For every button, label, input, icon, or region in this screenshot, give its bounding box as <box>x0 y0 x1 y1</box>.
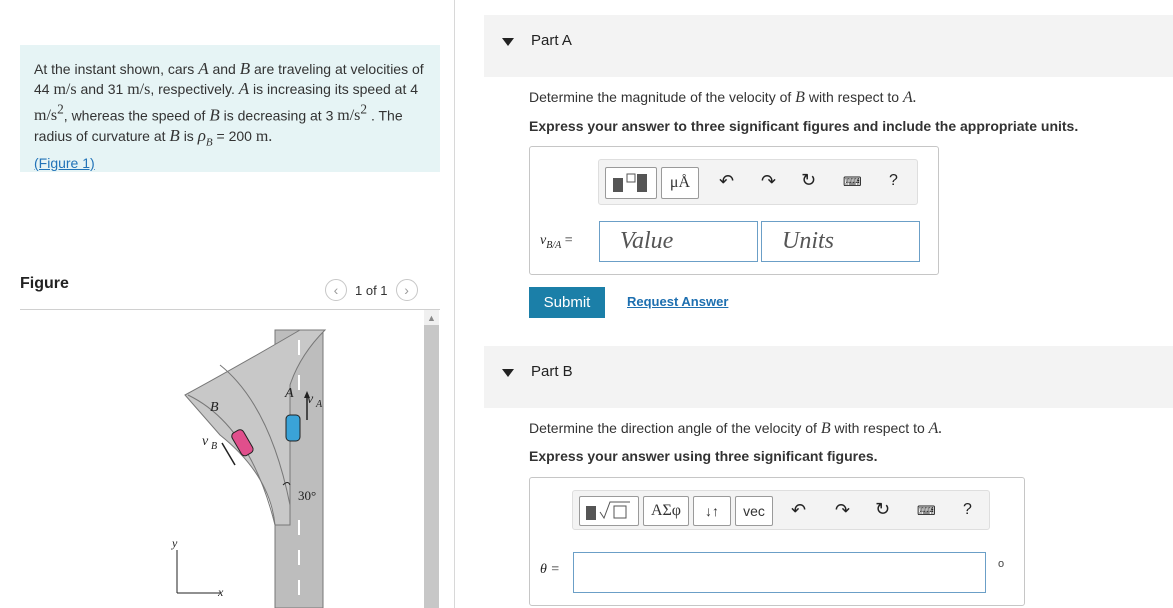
part-b-toolbar: ΑΣφ ↓↑ vec ↶ ↷ ↻ ⌨ ? <box>572 490 990 530</box>
question-text: with respect to <box>834 420 925 436</box>
unit-text: m/s <box>337 107 361 125</box>
part-a-question: Determine the magnitude of the velocity … <box>529 89 917 107</box>
angle-input[interactable] <box>573 552 986 593</box>
help-icon[interactable]: ? <box>963 501 972 519</box>
unit: m/s <box>53 81 77 98</box>
figure-scrollbar[interactable] <box>424 310 439 608</box>
chevron-right-icon[interactable]: › <box>395 279 418 301</box>
greek-symbols-button[interactable]: ΑΣφ <box>643 496 689 526</box>
symbol-a: A. <box>928 420 943 437</box>
question-text: with respect to <box>808 89 900 105</box>
rho-symbol: ρB <box>197 126 213 148</box>
divider <box>20 309 440 310</box>
part-b-question: Determine the direction angle of the vel… <box>529 420 942 438</box>
unit: m/s2 <box>34 102 64 125</box>
request-answer-link[interactable]: Request Answer <box>627 294 728 309</box>
theta-label: θ = <box>540 562 560 577</box>
undo-icon[interactable]: ↶ <box>719 171 734 192</box>
symbol-b: B <box>239 59 251 78</box>
figure-pager: ‹ 1 of 1 › <box>325 279 418 301</box>
part-b-title: Part B <box>531 363 573 380</box>
left-panel: At the instant shown, cars A and B are t… <box>0 0 455 608</box>
symbol-a: A. <box>902 89 917 106</box>
redo-icon[interactable]: ↷ <box>761 171 776 192</box>
part-b-answer-box: ΑΣφ ↓↑ vec ↶ ↷ ↻ ⌨ ? θ = o <box>529 477 1025 606</box>
symbol-b: B <box>169 126 180 146</box>
symbol-b: B <box>795 89 805 106</box>
problem-text: and <box>80 81 104 97</box>
problem-text: is decreasing at <box>223 107 322 124</box>
problem-text: At the instant shown, cars <box>34 61 195 77</box>
degree-symbol: o <box>998 558 1005 570</box>
vec-button[interactable]: vec <box>735 496 773 526</box>
part-a-instruction: Express your answer to three significant… <box>529 118 1079 134</box>
unit-text: m/s <box>34 107 58 125</box>
chevron-left-icon[interactable]: ‹ <box>325 279 347 301</box>
label-y: y <box>171 536 178 550</box>
rho-sub: B <box>205 136 213 149</box>
symbol-b: B <box>209 105 220 125</box>
symbol-a: A <box>238 79 250 98</box>
velocity-a-value: 44 <box>34 81 50 97</box>
unit: m. <box>255 128 273 146</box>
symbol-b: B <box>820 420 831 437</box>
label-x: x <box>217 585 224 599</box>
pager-text: 1 of 1 <box>355 282 388 298</box>
unit: m/s <box>127 81 151 98</box>
label-vb: v <box>202 434 209 449</box>
scroll-up-icon[interactable]: ▲ <box>424 310 439 325</box>
arrows-icon[interactable]: ↓↑ <box>693 496 731 526</box>
problem-statement: At the instant shown, cars A and B are t… <box>20 45 440 172</box>
keyboard-icon[interactable]: ⌨ <box>843 174 862 190</box>
submit-button[interactable]: Submit <box>529 287 605 318</box>
problem-text: , respectively. <box>150 81 235 97</box>
figure-image: A v A B v B y x 30° <box>171 329 327 608</box>
label-va: v <box>307 392 314 407</box>
question-text: Determine the magnitude of the velocity … <box>529 89 792 105</box>
help-icon[interactable]: ? <box>889 172 898 190</box>
label-va-sub: A <box>315 399 323 410</box>
label-b: B <box>210 400 219 415</box>
accel-b-value: 3 <box>325 107 334 124</box>
rho-text: ρ <box>197 126 206 146</box>
velocity-b-value: 31 <box>107 81 124 97</box>
value-input[interactable]: Value <box>599 221 758 262</box>
redo-icon[interactable]: ↷ <box>835 500 850 521</box>
vba-label: vB/A = <box>540 233 573 251</box>
radius-value: = 200 <box>216 128 252 145</box>
part-a-header[interactable]: Part A <box>484 15 1173 77</box>
label-vb-sub: B <box>211 441 217 452</box>
reset-icon[interactable]: ↻ <box>875 499 890 520</box>
part-a-title: Part A <box>531 32 572 49</box>
keyboard-icon[interactable]: ⌨ <box>917 503 936 519</box>
figure-link[interactable]: (Figure 1) <box>34 155 95 171</box>
problem-text: and <box>212 61 236 77</box>
problem-text: is <box>183 128 194 145</box>
part-b-instruction: Express your answer using three signific… <box>529 448 878 464</box>
problem-text: is increasing its speed at <box>253 81 407 97</box>
problem-text: , whereas the speed of <box>63 107 206 124</box>
problem-text: are traveling at velocities of <box>254 61 424 77</box>
units-button[interactable]: μÅ <box>661 167 699 199</box>
undo-icon[interactable]: ↶ <box>791 500 806 521</box>
part-a-answer-box: μÅ ↶ ↷ ↻ ⌨ ? vB/A = Value Units <box>529 146 939 275</box>
unit: m/s2 <box>337 102 368 125</box>
label-angle: 30° <box>298 488 316 503</box>
collapse-triangle-icon <box>502 369 514 377</box>
part-a-toolbar: μÅ ↶ ↷ ↻ ⌨ ? <box>598 159 918 205</box>
label-sub: B/A <box>546 239 562 251</box>
collapse-triangle-icon <box>502 38 514 46</box>
templates-icon[interactable] <box>579 496 639 526</box>
label-a: A <box>284 386 294 401</box>
templates-icon[interactable] <box>605 167 657 199</box>
figure-title: Figure <box>20 275 69 292</box>
question-text: Determine the direction angle of the vel… <box>529 420 817 436</box>
accel-a-value: 4 <box>410 81 419 97</box>
units-input[interactable]: Units <box>761 221 920 262</box>
reset-icon[interactable]: ↻ <box>801 170 816 191</box>
part-b-header[interactable]: Part B <box>484 346 1173 408</box>
symbol-a: A <box>198 59 209 78</box>
label-eq: = <box>564 233 573 248</box>
